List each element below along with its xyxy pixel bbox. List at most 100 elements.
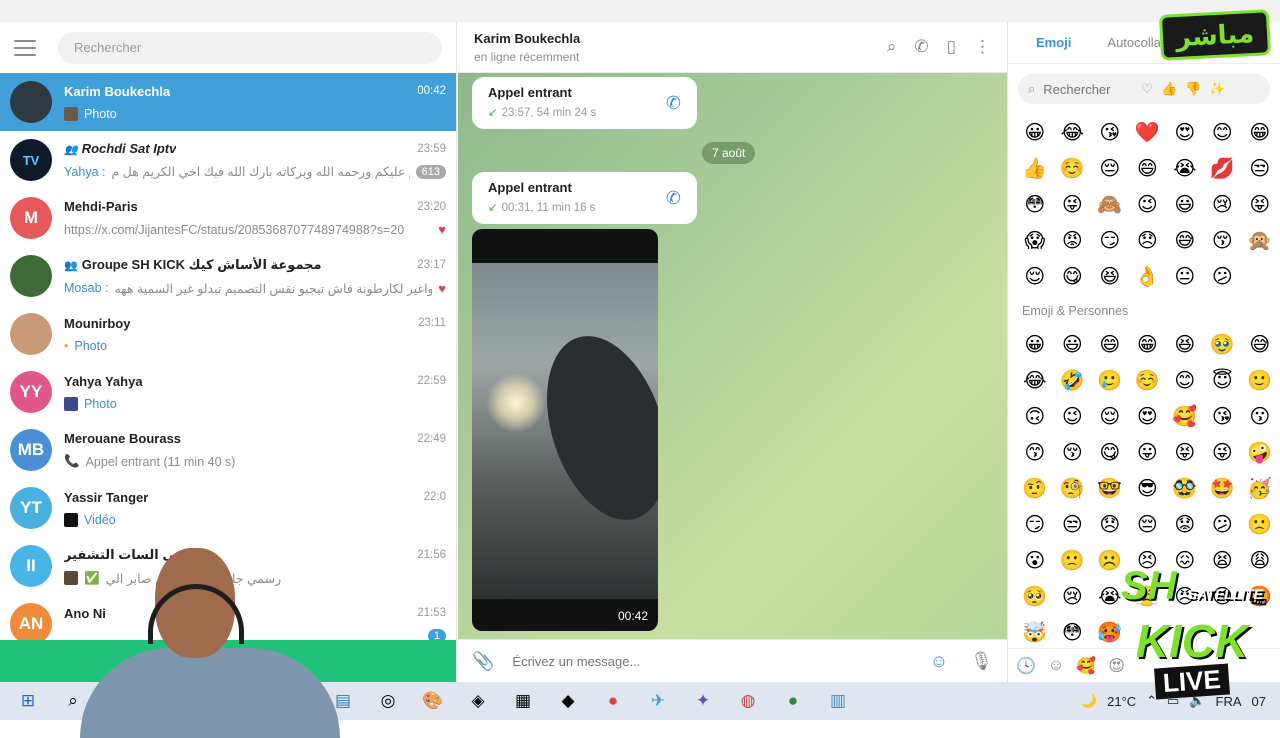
chat-item-yahya-yahya[interactable]: YY Yahya Yahya22:59 Photo: [0, 363, 456, 421]
call-back-icon[interactable]: ✆: [666, 188, 681, 209]
emoji-item[interactable]: 😍: [1166, 114, 1204, 150]
emoji-item[interactable]: 😐: [1166, 258, 1204, 294]
emoji-icon[interactable]: ☺: [930, 651, 948, 672]
chat-item-merouane-bourass[interactable]: MB Merouane Bourass22:49 📞Appel entrant …: [0, 421, 456, 479]
emoji-item[interactable]: 😞: [1091, 506, 1129, 542]
emoji-item[interactable]: 😄: [1091, 326, 1129, 362]
emoji-item[interactable]: 😜: [1054, 186, 1092, 222]
chat-item-groupe-sh-kick[interactable]: 👥Groupe SH KICK مجموعة الأساش كيك23:17 M…: [0, 247, 456, 305]
emoji-item[interactable]: 🤩: [1204, 470, 1242, 506]
emoji-item[interactable]: 😝: [1241, 186, 1279, 222]
emoji-item[interactable]: 😆: [1166, 326, 1204, 362]
emoji-item[interactable]: 👍: [1016, 150, 1054, 186]
telegram-icon[interactable]: ✈: [640, 686, 676, 716]
microphone-icon[interactable]: 🎙: [970, 651, 993, 672]
calculator-icon[interactable]: ▦: [505, 686, 541, 716]
emoji-item[interactable]: 😁: [1241, 114, 1279, 150]
chat-item-rochdi-sat-iptv[interactable]: TV 👥Rochdi Sat Iptv23:59 Yahya :السلام ع…: [0, 131, 456, 189]
emoji-item[interactable]: 😄: [1129, 150, 1167, 186]
conversation-header[interactable]: Karim Boukechla en ligne récemment ⌕ ✆ ▯…: [458, 22, 1007, 73]
emoji-item[interactable]: 😂: [1054, 114, 1092, 150]
emoji-item[interactable]: 😘: [1204, 398, 1242, 434]
emoji-item[interactable]: 😃: [1166, 186, 1204, 222]
chat-item-karim-boukechla[interactable]: Karim Boukechla00:42 Photo: [0, 73, 456, 131]
emoji-item[interactable]: 🙃: [1016, 398, 1054, 434]
emoji-item[interactable]: 😔: [1129, 506, 1167, 542]
emoji-item[interactable]: 😢: [1054, 578, 1092, 614]
chrome-icon[interactable]: ●: [595, 686, 631, 716]
emoji-item[interactable]: 😔: [1091, 150, 1129, 186]
hamburger-menu-icon[interactable]: [14, 40, 36, 56]
emoji-item[interactable]: 😜: [1204, 434, 1242, 470]
emoji-item[interactable]: 😡: [1054, 222, 1092, 258]
emoji-item[interactable]: 😭: [1166, 150, 1204, 186]
app-icon[interactable]: ◍: [730, 686, 766, 716]
party-icon[interactable]: ✨: [1209, 81, 1225, 97]
emoji-item[interactable]: 😋: [1054, 258, 1092, 294]
emoji-item[interactable]: 😀: [1016, 326, 1054, 362]
emoji-item[interactable]: 😉: [1054, 398, 1092, 434]
emoji-item[interactable]: 😊: [1166, 362, 1204, 398]
app-icon[interactable]: ◎: [370, 686, 406, 716]
emoji-item[interactable]: 😢: [1204, 186, 1242, 222]
attach-icon[interactable]: 📎: [472, 651, 494, 672]
emoji-item[interactable]: 😕: [1204, 258, 1242, 294]
chat-search-input[interactable]: [58, 32, 442, 64]
emoji-item[interactable]: 😉: [1129, 186, 1167, 222]
emoji-item[interactable]: 😅: [1241, 326, 1279, 362]
emoji-item[interactable]: 😞: [1129, 222, 1167, 258]
search-icon[interactable]: ⌕: [887, 37, 897, 57]
emoji-item[interactable]: ☺️: [1054, 150, 1092, 186]
emoji-item[interactable]: 🥹: [1204, 326, 1242, 362]
tab-emoji[interactable]: Emoji: [1036, 35, 1071, 50]
emoji-item[interactable]: 🙂: [1241, 362, 1279, 398]
paint-icon[interactable]: 🎨: [415, 686, 451, 716]
emoji-item[interactable]: 🥰: [1166, 398, 1204, 434]
chat-item-yassir-tanger[interactable]: YT Yassir Tanger22:0 Vidéo: [0, 479, 456, 537]
emoji-item[interactable]: 🤪: [1241, 434, 1279, 470]
emoji-item[interactable]: 😎: [1129, 470, 1167, 506]
sidebar-toggle-icon[interactable]: ▯: [947, 37, 956, 57]
windows-start-icon[interactable]: ⊞: [10, 686, 46, 716]
emoji-item[interactable]: 😁: [1129, 326, 1167, 362]
emoji-item[interactable]: 😌: [1016, 258, 1054, 294]
emoji-item[interactable]: 👌: [1129, 258, 1167, 294]
emoji-item[interactable]: 🤓: [1091, 470, 1129, 506]
emoji-item[interactable]: 😃: [1054, 326, 1092, 362]
app-icon[interactable]: ▥: [820, 686, 856, 716]
chrome-icon[interactable]: ●: [775, 686, 811, 716]
app-icon[interactable]: ◈: [460, 686, 496, 716]
emoji-item[interactable]: 🙊: [1241, 222, 1279, 258]
emoji-item[interactable]: 😒: [1241, 150, 1279, 186]
chat-item-mehdi-paris[interactable]: M Mehdi-Paris23:20 https://x.com/Jijante…: [0, 189, 456, 247]
emoji-item[interactable]: 🙁: [1241, 506, 1279, 542]
emoji-item[interactable]: 😛: [1129, 434, 1167, 470]
emoji-item[interactable]: 🥸: [1166, 470, 1204, 506]
thumbs-down-icon[interactable]: 👎: [1185, 81, 1201, 97]
emoji-item[interactable]: 😳: [1054, 614, 1092, 650]
emoji-item[interactable]: ❤️: [1129, 114, 1167, 150]
call-back-icon[interactable]: ✆: [666, 93, 681, 114]
emoji-item[interactable]: 😍: [1129, 398, 1167, 434]
face-category-icon[interactable]: 🥰: [1076, 656, 1096, 676]
emoji-item[interactable]: 😏: [1016, 506, 1054, 542]
emoji-item[interactable]: 😂: [1016, 362, 1054, 398]
emoji-item[interactable]: 😮: [1016, 542, 1054, 578]
emoji-item[interactable]: 😱: [1016, 222, 1054, 258]
emoji-item[interactable]: 🤨: [1016, 470, 1054, 506]
call-icon[interactable]: ✆: [914, 37, 928, 57]
app-icon[interactable]: ◆: [550, 686, 586, 716]
thumbs-up-icon[interactable]: 👍: [1161, 81, 1177, 97]
emoji-item[interactable]: 😳: [1016, 186, 1054, 222]
emoji-item[interactable]: 😏: [1091, 222, 1129, 258]
recent-icon[interactable]: 🕓: [1016, 656, 1036, 676]
emoji-item[interactable]: 🤯: [1016, 614, 1054, 650]
emoji-item[interactable]: 🙈: [1091, 186, 1129, 222]
emoji-item[interactable]: 🥳: [1241, 470, 1279, 506]
video-message[interactable]: 00:42: [472, 229, 658, 631]
emoji-item[interactable]: 😊: [1204, 114, 1242, 150]
chat-item-mounirboy[interactable]: Mounirboy23:11 •Photo: [0, 305, 456, 363]
emoji-item[interactable]: 😆: [1091, 258, 1129, 294]
emoji-item[interactable]: 😚: [1054, 434, 1092, 470]
emoji-item[interactable]: 😅: [1166, 222, 1204, 258]
